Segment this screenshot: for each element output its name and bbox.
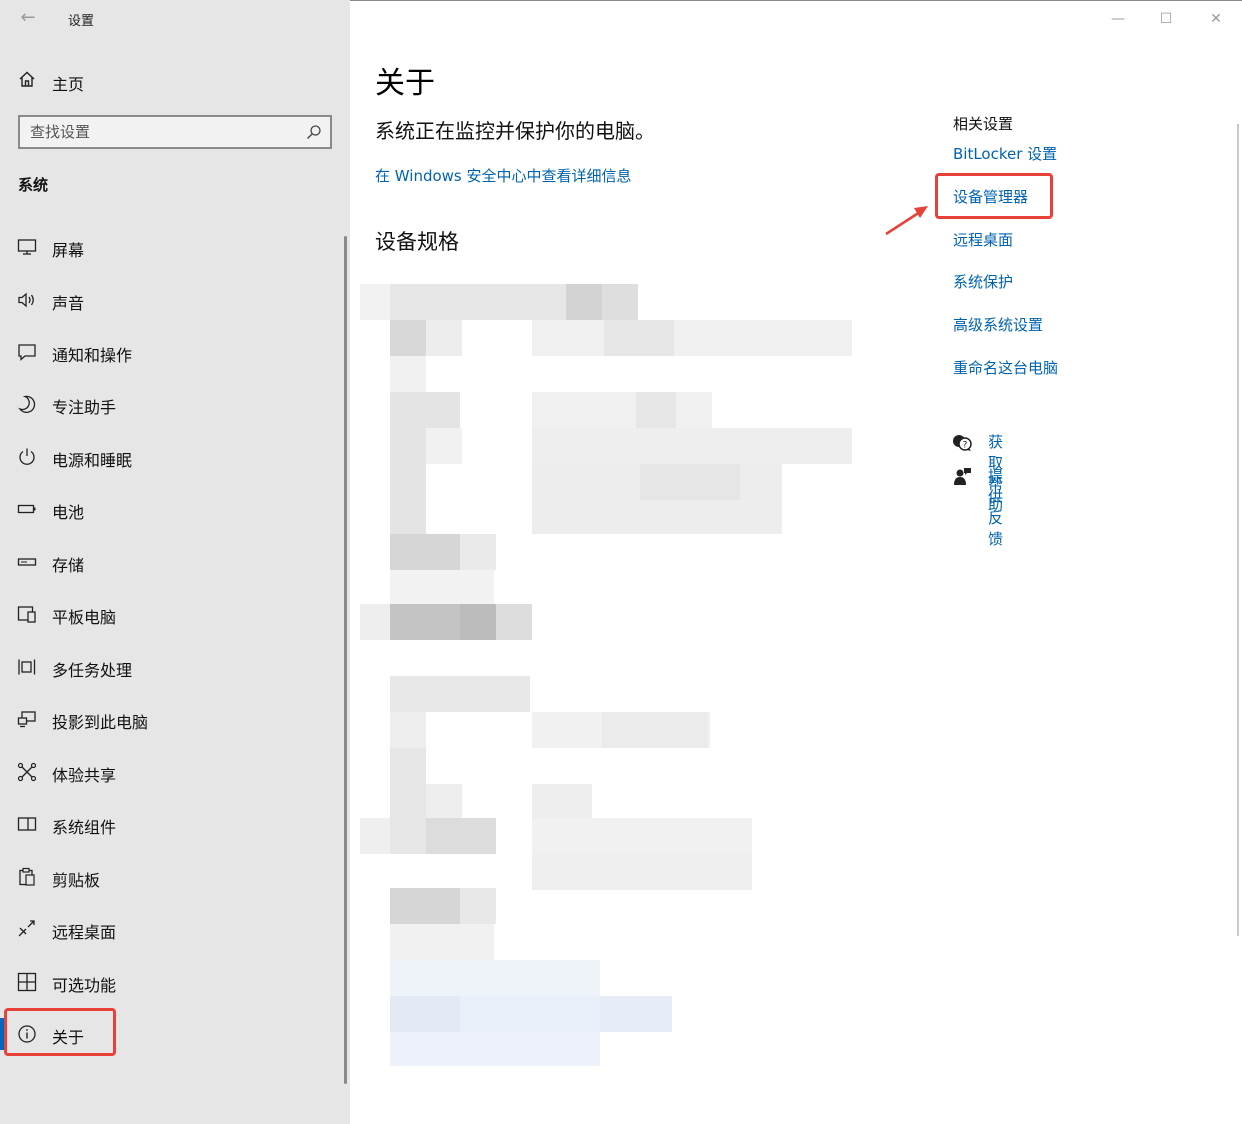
sidebar-item-clipboard[interactable]: 剪贴板: [0, 855, 340, 899]
sidebar-item-power-sleep[interactable]: 电源和睡眠: [0, 435, 340, 479]
sidebar-item-label: 远程桌面: [52, 923, 117, 942]
active-indicator: [0, 1018, 5, 1050]
home-icon: [19, 71, 35, 87]
maximize-button[interactable]: ☐: [1155, 8, 1177, 30]
sidebar-item-label: 电源和睡眠: [52, 451, 133, 470]
remote-desktop-icon: [18, 920, 35, 937]
rename-pc-link[interactable]: 重命名这台电脑: [953, 357, 1058, 378]
sidebar-item-notifications[interactable]: 通知和操作: [0, 330, 340, 374]
security-center-link[interactable]: 在 Windows 安全中心中查看详细信息: [375, 165, 632, 186]
monitor-icon: [17, 239, 37, 255]
sidebar-item-shared-experiences[interactable]: 体验共享: [0, 750, 340, 794]
sidebar-item-label: 关于: [52, 1028, 85, 1047]
storage-icon: [17, 558, 37, 566]
sidebar-item-display[interactable]: 屏幕: [0, 225, 340, 269]
search-icon[interactable]: [306, 124, 322, 140]
sidebar-item-label: 可选功能: [52, 976, 117, 995]
related-settings-title: 相关设置: [953, 115, 1014, 133]
sidebar-item-optional-features[interactable]: 可选功能: [0, 960, 340, 1004]
minimize-button[interactable]: —: [1107, 8, 1129, 30]
sidebar-item-label: 专注助手: [52, 398, 117, 417]
window-title: 设置: [68, 14, 95, 29]
sidebar-item-focus-assist[interactable]: 专注助手: [0, 382, 340, 426]
speaker-icon: [18, 292, 34, 308]
components-icon: [17, 817, 37, 831]
section-label-system: 系统: [18, 176, 49, 194]
battery-icon: [17, 504, 36, 514]
optional-features-icon: [17, 972, 37, 992]
power-icon: [19, 448, 35, 465]
project-icon: [17, 711, 36, 728]
sidebar-item-label: 主页: [52, 75, 85, 94]
sidebar-item-label: 声音: [52, 294, 85, 313]
give-feedback-label[interactable]: 提供反馈: [988, 465, 1003, 549]
annotation-arrow-icon: [885, 206, 928, 236]
bitlocker-settings-link[interactable]: BitLocker 设置: [953, 143, 1057, 164]
moon-icon: [18, 395, 36, 413]
protection-status-text: 系统正在监控并保护你的电脑。: [375, 119, 655, 143]
sidebar-item-system-components[interactable]: 系统组件: [0, 802, 340, 846]
device-manager-link[interactable]: 设备管理器: [953, 186, 1028, 207]
main-scrollbar[interactable]: [1237, 124, 1239, 936]
system-protection-link[interactable]: 系统保护: [953, 271, 1013, 292]
remote-desktop-link[interactable]: 远程桌面: [953, 229, 1013, 250]
info-icon: [18, 1025, 36, 1043]
sidebar-item-label: 屏幕: [52, 241, 85, 260]
notification-icon: [18, 344, 36, 361]
search-box[interactable]: [18, 115, 332, 149]
device-specs-heading: 设备规格: [375, 230, 459, 254]
search-input[interactable]: [30, 121, 300, 143]
page-title: 关于: [375, 66, 435, 101]
sidebar-item-about[interactable]: 关于: [0, 1012, 340, 1056]
sidebar-item-tablet[interactable]: 平板电脑: [0, 592, 340, 636]
svg-text:?: ?: [963, 441, 968, 451]
sidebar-item-label: 体验共享: [52, 766, 117, 785]
sidebar-item-label: 存储: [52, 556, 85, 575]
clipboard-icon: [19, 867, 35, 886]
tablet-icon: [17, 606, 36, 623]
sidebar-item-label: 电池: [52, 503, 85, 522]
sidebar-item-multitasking[interactable]: 多任务处理: [0, 645, 340, 689]
blurred-device-specs: [360, 284, 852, 1066]
sidebar-item-label: 平板电脑: [52, 608, 117, 627]
multitask-icon: [18, 659, 36, 675]
sidebar-item-label: 通知和操作: [52, 346, 133, 365]
sidebar: ← 设置 主页 系统 屏幕 声音 通知和操作 专注助手 电源和睡眠 电池 存储 …: [0, 0, 350, 1124]
sidebar-item-sound[interactable]: 声音: [0, 278, 340, 322]
window-top-border: [350, 0, 1242, 1]
close-button[interactable]: ✕: [1205, 8, 1227, 30]
sidebar-item-project[interactable]: 投影到此电脑: [0, 697, 340, 741]
advanced-system-settings-link[interactable]: 高级系统设置: [953, 314, 1043, 335]
sidebar-item-battery[interactable]: 电池: [0, 487, 340, 531]
share-icon: [17, 762, 37, 782]
feedback-icon: [954, 468, 971, 485]
sidebar-item-storage[interactable]: 存储: [0, 540, 340, 584]
back-arrow-icon[interactable]: ←: [14, 6, 42, 30]
sidebar-item-label: 投影到此电脑: [52, 713, 149, 732]
sidebar-item-label: 剪贴板: [52, 871, 101, 890]
help-chat-icon: ?: [953, 435, 972, 451]
sidebar-item-label: 多任务处理: [52, 661, 133, 680]
sidebar-scrollbar[interactable]: [344, 236, 347, 1084]
sidebar-item-remote-desktop[interactable]: 远程桌面: [0, 907, 340, 951]
sidebar-item-home[interactable]: 主页: [0, 62, 350, 100]
sidebar-item-label: 系统组件: [52, 818, 117, 837]
